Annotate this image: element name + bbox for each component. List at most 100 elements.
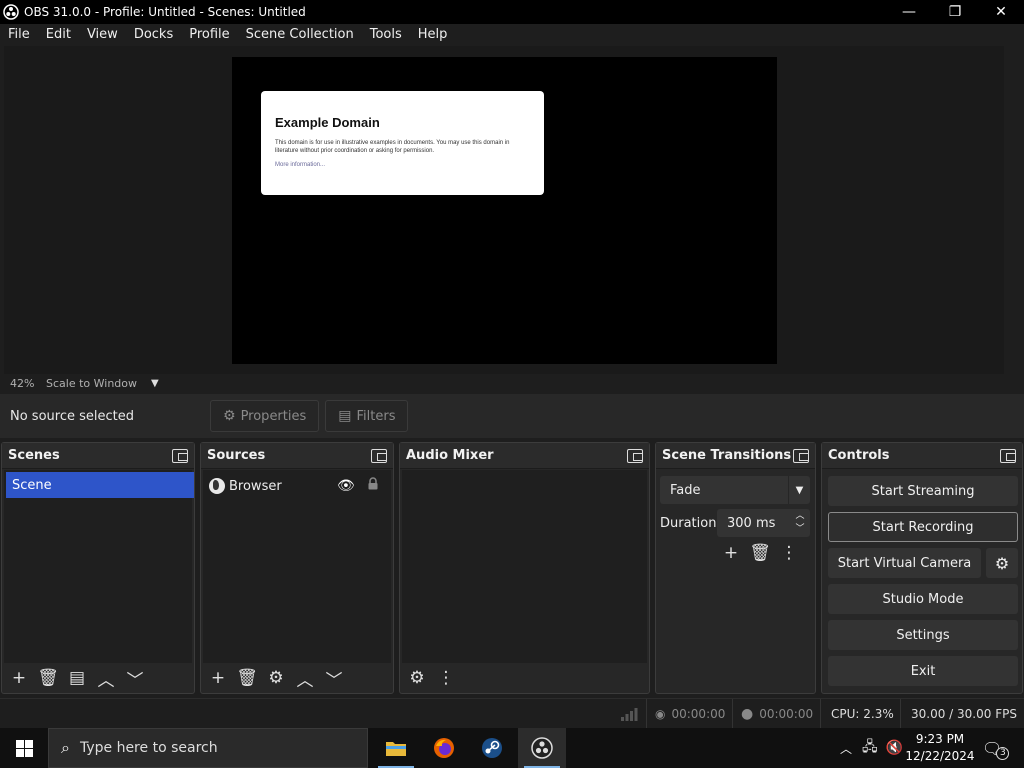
remove-transition-trash-icon[interactable]: 🗑 (747, 541, 773, 565)
taskbar-clock[interactable]: 9:23 PM 12/22/2024 (905, 731, 975, 765)
menu-scene-collection[interactable]: Scene Collection (238, 24, 362, 46)
remove-source-trash-icon[interactable]: 🗑 (234, 666, 260, 690)
add-source-plus-icon[interactable]: + (205, 666, 231, 690)
lock-icon[interactable] (367, 477, 379, 490)
add-transition-plus-icon[interactable]: + (718, 541, 744, 565)
properties-label: Properties (240, 408, 307, 424)
sources-dock-title: Sources (207, 448, 266, 463)
source-properties-gear-icon[interactable]: ⚙ (263, 666, 289, 690)
preview-canvas[interactable]: Example Domain This domain is for use in… (232, 57, 777, 364)
gear-icon: ⚙ (223, 408, 236, 424)
move-source-up-icon[interactable]: ︿ (292, 666, 318, 691)
clock-date: 12/22/2024 (905, 749, 975, 763)
settings-button[interactable]: Settings (828, 620, 1018, 650)
search-placeholder: Type here to search (79, 740, 218, 756)
exit-button[interactable]: Exit (828, 656, 1018, 686)
windows-start-icon[interactable] (0, 728, 48, 768)
transitions-dock-title: Scene Transitions (662, 448, 792, 463)
properties-button[interactable]: ⚙ Properties (210, 400, 320, 432)
menu-edit[interactable]: Edit (38, 24, 79, 46)
stream-time: 00:00:00 (671, 707, 726, 721)
duration-input[interactable]: 300 ms ︿ ﹀ (717, 509, 810, 537)
file-explorer-icon[interactable] (372, 728, 420, 768)
card-text: This domain is for use in illustrative e… (275, 140, 510, 154)
chevron-down-icon[interactable]: ▼ (151, 378, 159, 389)
add-scene-plus-icon[interactable]: + (6, 666, 32, 690)
network-icon[interactable]: 🖧 (862, 736, 878, 760)
preview-area[interactable]: Example Domain This domain is for use in… (4, 46, 1004, 374)
record-status: ● 00:00:00 (732, 699, 820, 729)
fps-readout: 30.00 / 30.00 FPS (900, 699, 1024, 729)
record-dot-icon: ● (741, 706, 754, 722)
undock-icon[interactable] (627, 448, 643, 463)
notifications-icon[interactable]: 🗨 3 (982, 728, 1010, 768)
duration-label: Duration (660, 516, 717, 531)
filters-label: Filters (356, 408, 396, 424)
taskbar-search[interactable]: ⌕ Type here to search (48, 728, 368, 768)
close-button[interactable]: ✕ (978, 0, 1024, 24)
filter-icon: ▤ (338, 408, 352, 424)
undock-icon[interactable] (1000, 448, 1016, 463)
scene-list-item[interactable]: Scene (6, 472, 194, 498)
remove-scene-trash-icon[interactable]: 🗑 (35, 666, 61, 690)
scenes-dock-title: Scenes (8, 448, 60, 463)
transition-more-options-icon[interactable]: ⋮ (776, 541, 802, 565)
menu-docks[interactable]: Docks (126, 24, 181, 46)
zoom-level: 42% (10, 376, 35, 390)
transitions-dock-header: Scene Transitions (656, 443, 815, 469)
transition-selected-value: Fade (670, 482, 701, 498)
more-options-icon[interactable]: ⋮ (433, 666, 459, 690)
move-scene-down-icon[interactable]: ﹀ (122, 666, 148, 691)
start-virtual-camera-button[interactable]: Start Virtual Camera (828, 548, 981, 578)
transition-select[interactable]: Fade ▼ (660, 476, 810, 504)
duration-value: 300 ms (727, 515, 776, 531)
preview-scroll-area (1004, 46, 1024, 374)
duration-stepper[interactable]: ︿ ﹀ (792, 510, 808, 536)
source-name: Browser (229, 478, 282, 494)
audio-mixer-dock-header: Audio Mixer (400, 443, 649, 469)
move-scene-up-icon[interactable]: ︿ (93, 666, 119, 691)
notification-count: 3 (996, 746, 1010, 760)
zoom-row: 42% Scale to Window ▼ (4, 374, 1004, 392)
menu-profile[interactable]: Profile (181, 24, 237, 46)
steam-icon[interactable] (468, 728, 516, 768)
start-streaming-button[interactable]: Start Streaming (828, 476, 1018, 506)
scene-filters-icon[interactable]: ▤ (64, 666, 90, 690)
zoom-mode[interactable]: Scale to Window (46, 377, 151, 390)
stream-status: ◉ 00:00:00 (646, 699, 732, 729)
record-time: 00:00:00 (759, 707, 814, 721)
undock-icon[interactable] (793, 448, 809, 463)
undock-icon[interactable] (172, 448, 188, 463)
speaker-muted-icon[interactable]: 🔇 (886, 740, 903, 756)
menu-file[interactable]: File (0, 24, 38, 46)
advanced-audio-gear-icon[interactable]: ⚙ (404, 666, 430, 690)
sources-dock: Sources Browser 👁 + 🗑 ⚙ ︿ ﹀ (200, 442, 394, 694)
browser-source-content: Example Domain This domain is for use in… (261, 91, 544, 195)
scenes-dock-header: Scenes (2, 443, 194, 469)
audio-mixer-dock: Audio Mixer ⚙ ⋮ (399, 442, 650, 694)
menu-view[interactable]: View (79, 24, 126, 46)
status-bar: ◉ 00:00:00 ● 00:00:00 CPU: 2.3% 30.00 / … (0, 698, 1024, 729)
audio-mixer-dock-title: Audio Mixer (406, 448, 494, 463)
undock-icon[interactable] (371, 448, 387, 463)
stream-signal-icon: ◉ (655, 707, 666, 721)
firefox-icon[interactable] (420, 728, 468, 768)
studio-mode-button[interactable]: Studio Mode (828, 584, 1018, 614)
source-list-item[interactable]: Browser 👁 (209, 474, 387, 498)
minimize-button[interactable]: — (886, 0, 932, 24)
sources-toolbar: + 🗑 ⚙ ︿ ﹀ (201, 663, 393, 693)
maximize-button[interactable]: ❐ (932, 0, 978, 24)
virtual-camera-settings-gear-icon[interactable]: ⚙ (986, 548, 1018, 578)
chevron-up-icon[interactable]: ︿ (840, 740, 852, 757)
filters-button[interactable]: ▤ Filters (325, 400, 409, 432)
start-recording-button[interactable]: Start Recording (828, 512, 1018, 542)
transitions-toolbar: + 🗑 ⋮ (718, 541, 805, 565)
search-icon: ⌕ (61, 738, 70, 757)
menu-tools[interactable]: Tools (362, 24, 410, 46)
controls-dock: Controls Start Streaming Start Recording… (821, 442, 1023, 694)
obs-taskbar-icon[interactable] (518, 728, 566, 768)
eye-icon[interactable]: 👁 (337, 478, 355, 494)
menu-help[interactable]: Help (410, 24, 456, 46)
move-source-down-icon[interactable]: ﹀ (321, 666, 347, 691)
scene-transitions-dock: Scene Transitions Fade ▼ Duration 300 ms… (655, 442, 816, 694)
